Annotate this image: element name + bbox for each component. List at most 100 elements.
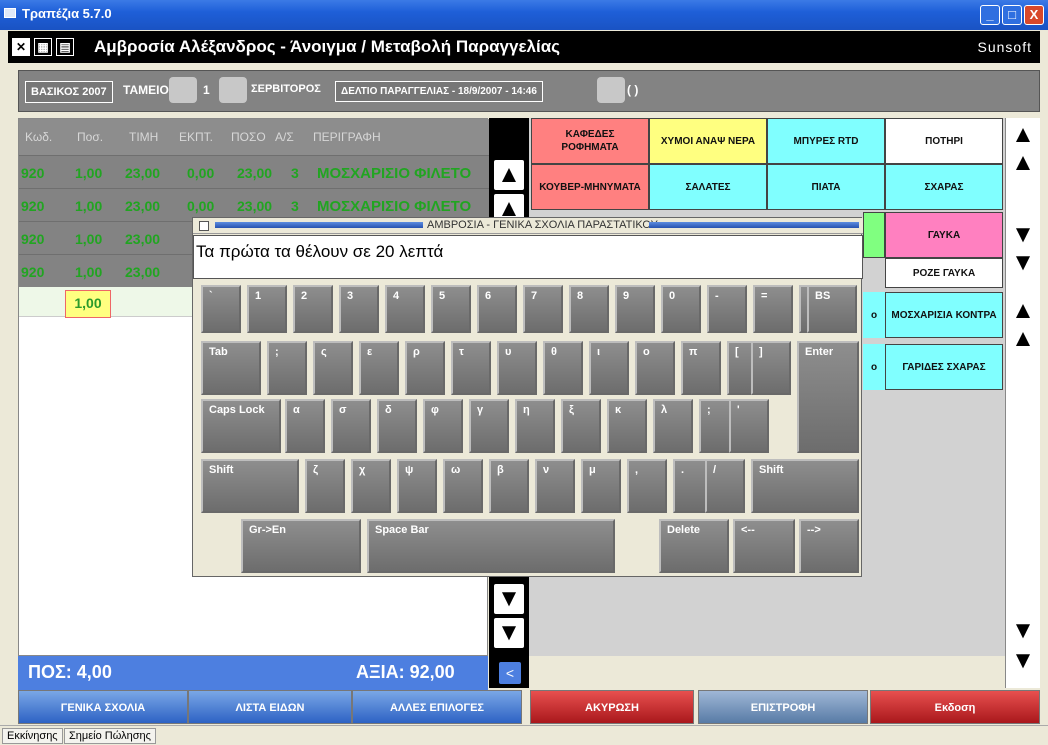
key[interactable]: ς: [313, 341, 353, 395]
info-bar: ΒΑΣΙΚΟΣ 2007 ΤΑΜΕΙΟ 1 ΣΕΡΒΙΤΟΡΟΣ ΔΕΛΤΙΟ …: [18, 70, 1040, 112]
item-scroll-down-icon[interactable]: ▼: [1008, 616, 1038, 646]
key[interactable]: μ: [581, 459, 621, 513]
category-beers[interactable]: ΜΠΥΡΕΣ RTD: [767, 118, 885, 164]
close-button[interactable]: X: [1024, 5, 1044, 25]
key[interactable]: ': [729, 399, 769, 453]
key[interactable]: γ: [469, 399, 509, 453]
cat-scroll-up-icon[interactable]: ▲: [1008, 148, 1038, 178]
key[interactable]: υ: [497, 341, 537, 395]
category-dishes[interactable]: ΠΙΑΤΑ: [767, 164, 885, 210]
key[interactable]: 8: [569, 285, 609, 333]
key[interactable]: `: [201, 285, 241, 333]
key[interactable]: α: [285, 399, 325, 453]
category-sweets[interactable]: ΓΑΥΚΑ: [885, 212, 1003, 258]
company-box: ΒΑΣΙΚΟΣ 2007: [25, 81, 113, 103]
key[interactable]: ρ: [405, 341, 445, 395]
key[interactable]: 3: [339, 285, 379, 333]
key[interactable]: 1: [247, 285, 287, 333]
space-bar-key[interactable]: Space Bar: [367, 519, 615, 573]
close-icon[interactable]: ✕: [12, 38, 30, 56]
cat-page-down-icon[interactable]: ▼: [1008, 248, 1038, 278]
key[interactable]: 7: [523, 285, 563, 333]
key[interactable]: =: [753, 285, 793, 333]
category-juices[interactable]: ΧΥΜΟΙ ΑΝΑΨ ΝΕΡΑ: [649, 118, 767, 164]
key[interactable]: δ: [377, 399, 417, 453]
category-partial[interactable]: [863, 212, 885, 258]
key[interactable]: χ: [351, 459, 391, 513]
enter-key[interactable]: Enter: [797, 341, 859, 453]
page-down-icon[interactable]: ▼: [494, 618, 524, 648]
return-button[interactable]: ΕΠΙΣΤΡΟΦΗ: [698, 690, 868, 724]
general-comments-button[interactable]: ΓΕΝΙΚΑ ΣΧΟΛΙΑ: [18, 690, 188, 724]
category-cover-messages[interactable]: ΚΟΥΒΕΡ-ΜΗΝΥΜΑΤΑ: [531, 164, 649, 210]
key[interactable]: 5: [431, 285, 471, 333]
window-icon[interactable]: ▤: [56, 38, 74, 56]
key[interactable]: -: [707, 285, 747, 333]
category-glass[interactable]: ΠΟΤΗΡΙ: [885, 118, 1003, 164]
tab-point-of-sale[interactable]: Σημείο Πώλησης: [64, 728, 156, 744]
key[interactable]: φ: [423, 399, 463, 453]
tab-key[interactable]: Tab: [201, 341, 261, 395]
language-switch-key[interactable]: Gr->En: [241, 519, 361, 573]
key[interactable]: /: [705, 459, 745, 513]
key[interactable]: ζ: [305, 459, 345, 513]
key[interactable]: ;: [267, 341, 307, 395]
key[interactable]: 2: [293, 285, 333, 333]
shift-right-key[interactable]: Shift: [751, 459, 859, 513]
key[interactable]: ε: [359, 341, 399, 395]
item-page-down-icon[interactable]: ▼: [1008, 646, 1038, 676]
key[interactable]: σ: [331, 399, 371, 453]
key[interactable]: 4: [385, 285, 425, 333]
key[interactable]: π: [681, 341, 721, 395]
key[interactable]: ω: [443, 459, 483, 513]
comment-text-field[interactable]: Τα πρώτα τα θέλουν σε 20 λεπτά: [193, 235, 863, 279]
minimize-button[interactable]: _: [980, 5, 1000, 25]
backspace-key[interactable]: BS: [807, 285, 857, 333]
key[interactable]: 0: [661, 285, 701, 333]
dialog-checkbox-icon[interactable]: [199, 221, 209, 231]
key[interactable]: 9: [615, 285, 655, 333]
cursor-left-key[interactable]: <--: [733, 519, 795, 573]
other-options-button[interactable]: ΑΛΛΕΣ ΕΠΙΛΟΓΕΣ: [352, 690, 522, 724]
table-row[interactable]: 920 1,00 23,00 0,00 23,00 3 ΜΟΣΧΑΡΙΣΙΟ Φ…: [19, 155, 489, 188]
key[interactable]: θ: [543, 341, 583, 395]
window-app-icon: [4, 8, 16, 18]
grid-icon[interactable]: ▦: [34, 38, 52, 56]
caps-lock-key[interactable]: Caps Lock: [201, 399, 281, 453]
key[interactable]: τ: [451, 341, 491, 395]
category-salads[interactable]: ΣΑΛΑΤΕΣ: [649, 164, 767, 210]
new-qty-field[interactable]: 1,00: [65, 290, 111, 318]
key[interactable]: ν: [535, 459, 575, 513]
key[interactable]: β: [489, 459, 529, 513]
collapse-left-icon[interactable]: <: [499, 662, 521, 684]
item-page-up-icon[interactable]: ▲: [1008, 296, 1038, 326]
cat-scroll-down-icon[interactable]: ▼: [1008, 220, 1038, 250]
key[interactable]: λ: [653, 399, 693, 453]
key[interactable]: ψ: [397, 459, 437, 513]
rose-sweets-select[interactable]: ΡΟΖΕ ΓΑΥΚΑ: [885, 258, 1003, 288]
key[interactable]: κ: [607, 399, 647, 453]
item-beef-counter[interactable]: ΜΟΣΧΑΡΙΣΙΑ ΚΟΝΤΡΑ: [885, 292, 1003, 338]
key[interactable]: 6: [477, 285, 517, 333]
key[interactable]: ξ: [561, 399, 601, 453]
category-grill[interactable]: ΣΧΑΡΑΣ: [885, 164, 1003, 210]
cancel-button[interactable]: ΑΚΥΡΩΣΗ: [530, 690, 694, 724]
shift-left-key[interactable]: Shift: [201, 459, 299, 513]
key[interactable]: ,: [627, 459, 667, 513]
item-grilled-shrimp[interactable]: ΓΑΡΙΔΕΣ ΣΧΑΡΑΣ: [885, 344, 1003, 390]
category-coffee[interactable]: ΚΑΦΕΔΕΣ ΡΟΦΗΜΑΤΑ: [531, 118, 649, 164]
key[interactable]: ο: [635, 341, 675, 395]
cat-page-up-icon[interactable]: ▲: [1008, 120, 1038, 150]
delete-key[interactable]: Delete: [659, 519, 729, 573]
page-up-icon[interactable]: ▲: [494, 160, 524, 190]
issue-button[interactable]: Εκδοση: [870, 690, 1040, 724]
maximize-button[interactable]: □: [1002, 5, 1022, 25]
key[interactable]: η: [515, 399, 555, 453]
items-list-button[interactable]: ΛΙΣΤΑ ΕΙΔΩΝ: [188, 690, 352, 724]
cursor-right-key[interactable]: -->: [799, 519, 859, 573]
tab-start[interactable]: Εκκίνησης: [2, 728, 63, 744]
item-scroll-up-icon[interactable]: ▲: [1008, 324, 1038, 354]
key[interactable]: ι: [589, 341, 629, 395]
key[interactable]: ]: [751, 341, 791, 395]
scroll-down-icon[interactable]: ▼: [494, 584, 524, 614]
